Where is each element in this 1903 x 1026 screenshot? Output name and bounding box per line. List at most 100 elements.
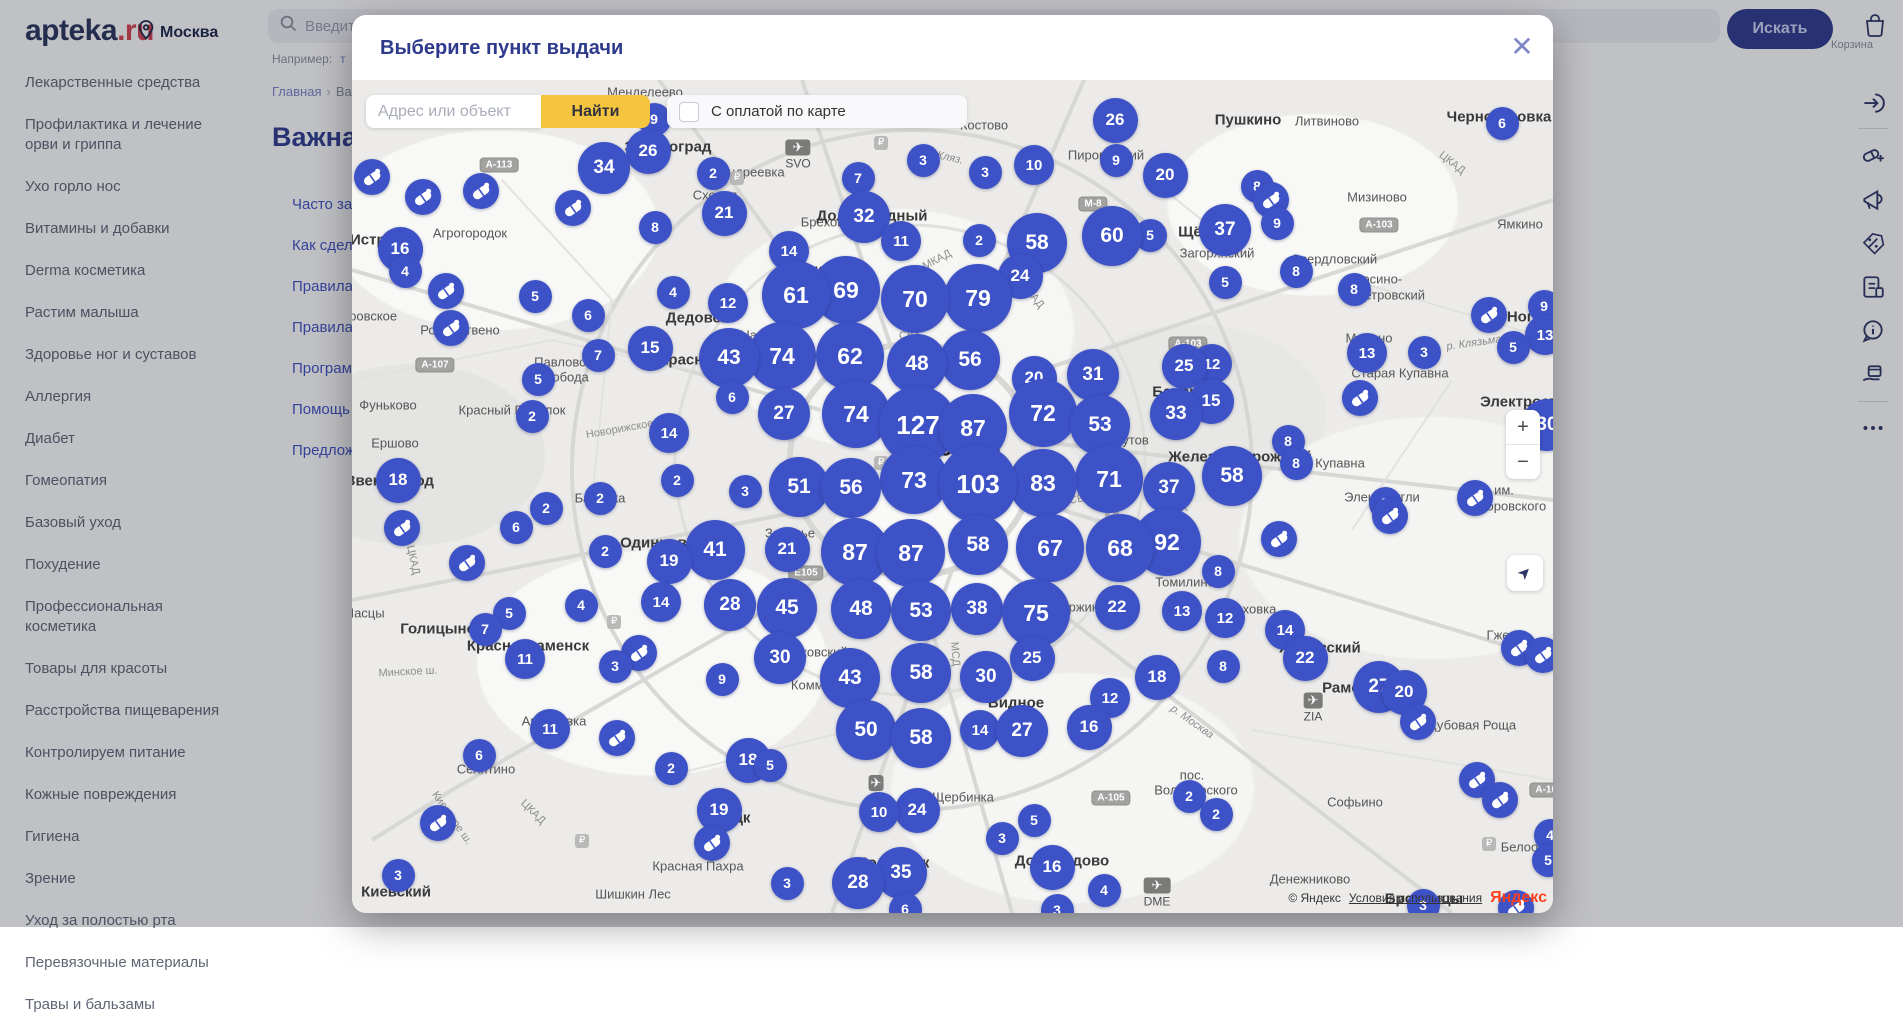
cluster-marker-58[interactable]: 58 <box>891 708 951 768</box>
cluster-marker-48[interactable]: 48 <box>831 579 891 639</box>
cluster-marker-5[interactable]: 5 <box>519 280 552 313</box>
cluster-marker-9[interactable]: 9 <box>1261 207 1294 240</box>
cluster-marker-13[interactable]: 13 <box>1162 591 1202 631</box>
map-find-button[interactable]: Найти <box>541 95 650 128</box>
cluster-marker-45[interactable]: 45 <box>757 578 817 638</box>
cluster-marker-12[interactable]: 12 <box>708 283 748 323</box>
cluster-marker-4[interactable]: 4 <box>1088 874 1121 907</box>
cluster-marker-14[interactable]: 14 <box>960 710 1000 750</box>
cluster-marker-16[interactable]: 16 <box>1030 845 1075 890</box>
cluster-marker-6[interactable]: 6 <box>716 381 749 414</box>
cluster-marker-51[interactable]: 51 <box>769 457 829 517</box>
cluster-marker-3[interactable]: 3 <box>1408 336 1441 369</box>
pharmacy-pill-marker[interactable] <box>694 825 730 861</box>
cluster-marker-38[interactable]: 38 <box>951 583 1003 635</box>
cluster-marker-22[interactable]: 22 <box>1283 636 1328 681</box>
cluster-marker-19[interactable]: 19 <box>647 539 692 584</box>
cluster-marker-8[interactable]: 8 <box>1280 447 1313 480</box>
cluster-marker-3[interactable]: 3 <box>729 475 762 508</box>
sidebar-item-20[interactable]: Перевязочные материалы <box>0 942 230 984</box>
cluster-marker-3[interactable]: 3 <box>907 144 940 177</box>
cluster-marker-6[interactable]: 6 <box>572 299 605 332</box>
cluster-marker-11[interactable]: 11 <box>530 709 570 749</box>
cluster-marker-15[interactable]: 15 <box>628 326 673 371</box>
geolocate-button[interactable]: ➤ <box>1507 555 1543 591</box>
cluster-marker-3[interactable]: 3 <box>969 156 1002 189</box>
cluster-marker-37[interactable]: 37 <box>1199 204 1251 256</box>
cluster-marker-30[interactable]: 30 <box>754 632 806 684</box>
cluster-marker-6[interactable]: 6 <box>463 739 496 772</box>
pharmacy-pill-marker[interactable] <box>1471 297 1507 333</box>
cluster-marker-5[interactable]: 5 <box>522 363 555 396</box>
cluster-marker-6[interactable]: 6 <box>1486 107 1519 140</box>
cluster-marker-41[interactable]: 41 <box>685 520 745 580</box>
cluster-marker-5[interactable]: 5 <box>1018 804 1051 837</box>
cluster-marker-9[interactable]: 9 <box>1100 144 1133 177</box>
cluster-marker-28[interactable]: 28 <box>832 857 884 909</box>
cluster-marker-3[interactable]: 3 <box>771 867 804 900</box>
cluster-marker-11[interactable]: 11 <box>505 639 545 679</box>
pharmacy-pill-marker[interactable] <box>1342 380 1378 416</box>
cluster-marker-18[interactable]: 18 <box>376 458 421 503</box>
cluster-marker-43[interactable]: 43 <box>699 328 759 388</box>
pharmacy-pill-marker[interactable] <box>555 190 591 226</box>
map-address-input[interactable] <box>366 95 541 128</box>
pharmacy-pill-marker[interactable] <box>599 720 635 756</box>
cluster-marker-83[interactable]: 83 <box>1009 449 1077 517</box>
cluster-marker-5[interactable]: 5 <box>1497 331 1530 364</box>
cluster-marker-8[interactable]: 8 <box>639 211 672 244</box>
cluster-marker-14[interactable]: 14 <box>649 413 689 453</box>
cluster-marker-3[interactable]: 3 <box>986 822 1019 855</box>
cluster-marker-50[interactable]: 50 <box>836 700 896 760</box>
pharmacy-pill-marker[interactable] <box>420 805 456 841</box>
cluster-marker-70[interactable]: 70 <box>881 265 949 333</box>
cluster-marker-31[interactable]: 31 <box>1067 349 1119 401</box>
cluster-marker-28[interactable]: 28 <box>704 579 756 631</box>
cluster-marker-43[interactable]: 43 <box>820 648 880 708</box>
cluster-marker-6[interactable]: 6 <box>500 511 533 544</box>
cluster-marker-58[interactable]: 58 <box>1202 446 1262 506</box>
cluster-marker-5[interactable]: 5 <box>1209 266 1242 299</box>
cluster-marker-2[interactable]: 2 <box>530 492 563 525</box>
pharmacy-pill-marker[interactable] <box>1261 521 1297 557</box>
cluster-marker-35[interactable]: 35 <box>875 847 927 899</box>
cluster-marker-79[interactable]: 79 <box>944 264 1012 332</box>
cluster-marker-24[interactable]: 24 <box>895 788 940 833</box>
cluster-marker-2[interactable]: 2 <box>661 464 694 497</box>
cluster-marker-12[interactable]: 12 <box>1205 598 1245 638</box>
cluster-marker-4[interactable]: 4 <box>565 589 598 622</box>
cluster-marker-71[interactable]: 71 <box>1075 445 1143 513</box>
cluster-marker-4[interactable]: 4 <box>657 276 690 309</box>
cluster-marker-2[interactable]: 2 <box>516 400 549 433</box>
cluster-marker-16[interactable]: 16 <box>1067 705 1112 750</box>
cluster-marker-48[interactable]: 48 <box>887 334 947 394</box>
pharmacy-pill-marker[interactable] <box>1372 498 1408 534</box>
cluster-marker-60[interactable]: 60 <box>1082 206 1142 266</box>
cluster-marker-56[interactable]: 56 <box>940 330 1000 390</box>
cluster-marker-14[interactable]: 14 <box>641 582 681 622</box>
cluster-marker-67[interactable]: 67 <box>1016 514 1084 582</box>
zoom-out-button[interactable]: − <box>1506 445 1540 479</box>
cluster-marker-8[interactable]: 8 <box>1202 555 1235 588</box>
cluster-marker-27[interactable]: 27 <box>758 388 810 440</box>
cluster-marker-56[interactable]: 56 <box>821 458 881 518</box>
cluster-marker-25[interactable]: 25 <box>1010 636 1055 681</box>
cluster-marker-18[interactable]: 18 <box>1135 655 1180 700</box>
cluster-marker-3[interactable]: 3 <box>382 859 415 892</box>
cluster-marker-53[interactable]: 53 <box>891 581 951 641</box>
pharmacy-pill-marker[interactable] <box>1525 637 1553 673</box>
cluster-marker-7[interactable]: 7 <box>469 613 502 646</box>
pharmacy-pill-marker[interactable] <box>384 510 420 546</box>
cluster-marker-10[interactable]: 10 <box>1014 145 1054 185</box>
pharmacy-pill-marker[interactable] <box>428 273 464 309</box>
pharmacy-pill-marker[interactable] <box>1482 782 1518 818</box>
pharmacy-pill-marker[interactable] <box>354 159 390 195</box>
cluster-marker-58[interactable]: 58 <box>891 643 951 703</box>
cluster-marker-2[interactable]: 2 <box>963 224 996 257</box>
cluster-marker-33[interactable]: 33 <box>1150 388 1202 440</box>
cluster-marker-2[interactable]: 2 <box>697 157 730 190</box>
cluster-marker-37[interactable]: 37 <box>1143 462 1195 514</box>
cluster-marker-3[interactable]: 3 <box>599 650 632 683</box>
zoom-in-button[interactable]: + <box>1506 410 1540 444</box>
cluster-marker-21[interactable]: 21 <box>765 527 810 572</box>
